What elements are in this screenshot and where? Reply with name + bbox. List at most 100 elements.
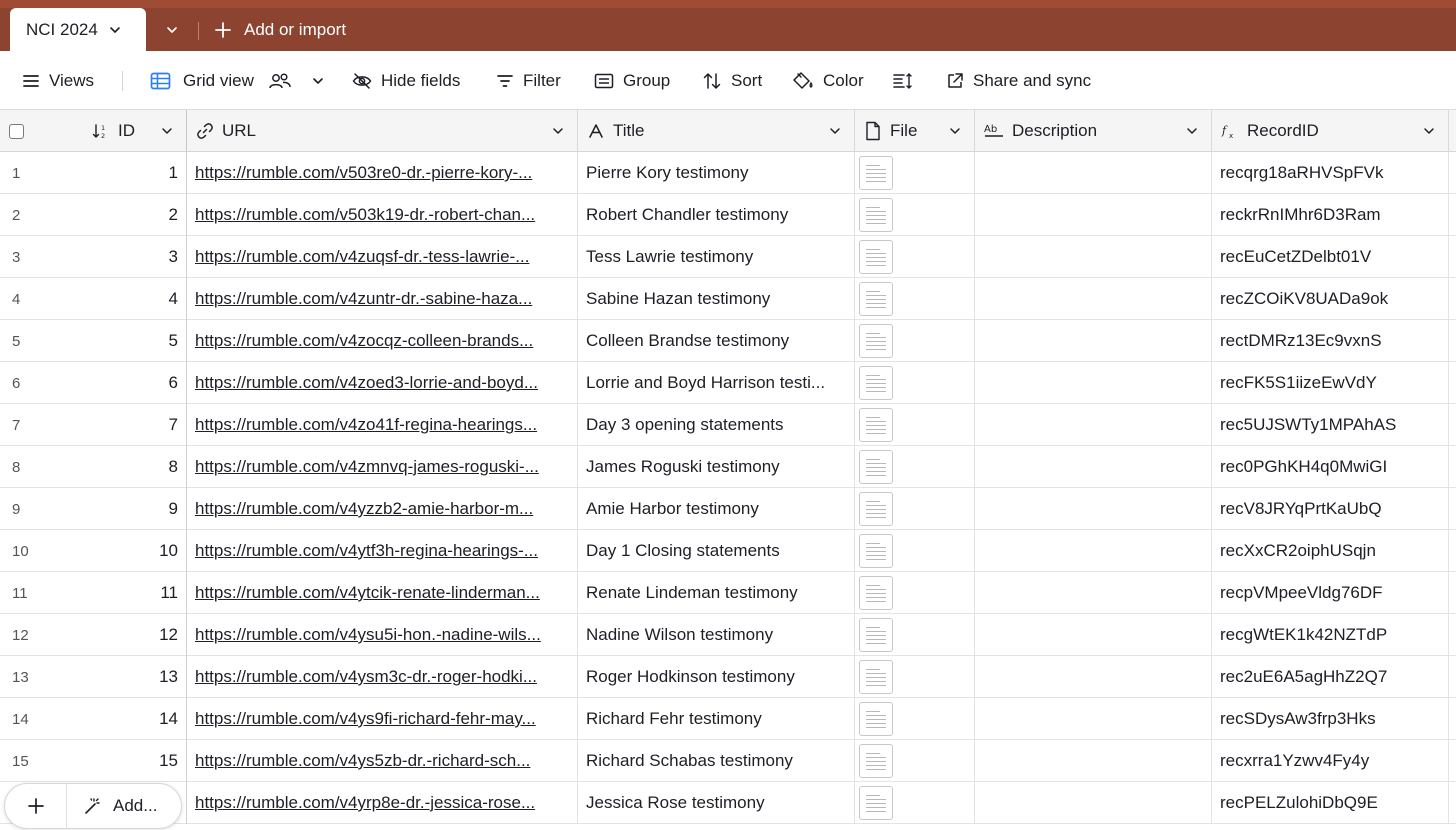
cell-file[interactable] xyxy=(855,404,975,446)
table-row[interactable]: 11 11 https://rumble.com/v4ytcik-renate-li… xyxy=(0,572,1456,614)
table-row[interactable]: 6 6 https://rumble.com/v4zoed3-lorrie-and-… xyxy=(0,362,1456,404)
column-header-file[interactable]: File xyxy=(855,110,975,152)
cell-recordid[interactable]: recZCOiKV8UADa9ok xyxy=(1212,278,1449,320)
url-link[interactable]: https://rumble.com/v4zoed3-lorrie-and-bo… xyxy=(195,373,565,393)
cell-id[interactable]: 14 xyxy=(80,698,187,740)
table-row[interactable]: 3 3 https://rumble.com/v4zuqsf-dr.-tess-la… xyxy=(0,236,1456,278)
file-attachment-thumbnail[interactable] xyxy=(859,282,893,316)
cell-file[interactable] xyxy=(855,530,975,572)
cell-title[interactable]: Sabine Hazan testimony xyxy=(578,278,855,320)
select-all-checkbox-cell[interactable] xyxy=(0,110,80,152)
cell-url[interactable]: https://rumble.com/v503re0-dr.-pierre-ko… xyxy=(187,152,578,194)
cell-url[interactable]: https://rumble.com/v503k19-dr.-robert-ch… xyxy=(187,194,578,236)
url-link[interactable]: https://rumble.com/v503re0-dr.-pierre-ko… xyxy=(195,163,565,183)
table-row[interactable]: 9 9 https://rumble.com/v4yzzb2-amie-harbor… xyxy=(0,488,1456,530)
table-row[interactable]: 4 4 https://rumble.com/v4zuntr-dr.-sabine-… xyxy=(0,278,1456,320)
add-more-button[interactable]: Add... xyxy=(83,784,157,828)
cell-url[interactable]: https://rumble.com/v4ys5zb-dr.-richard-s… xyxy=(187,740,578,782)
cell-title[interactable]: Renate Lindeman testimony xyxy=(578,572,855,614)
cell-file[interactable] xyxy=(855,278,975,320)
cell-file[interactable] xyxy=(855,320,975,362)
cell-file[interactable] xyxy=(855,698,975,740)
chevron-down-icon[interactable] xyxy=(160,124,174,138)
cell-description[interactable] xyxy=(975,656,1212,698)
cell-title[interactable]: Richard Fehr testimony xyxy=(578,698,855,740)
share-and-sync-button[interactable]: Share and sync xyxy=(946,51,1091,110)
file-attachment-thumbnail[interactable] xyxy=(859,786,893,820)
grid-view-button[interactable]: Grid view xyxy=(150,51,334,110)
cell-recordid[interactable]: rec2uE6A5agHhZ2Q7 xyxy=(1212,656,1449,698)
cell-file[interactable] xyxy=(855,362,975,404)
cell-recordid[interactable]: rec0PGhKH4q0MwiGI xyxy=(1212,446,1449,488)
cell-description[interactable] xyxy=(975,782,1212,824)
cell-title[interactable]: Day 1 Closing statements xyxy=(578,530,855,572)
cell-description[interactable] xyxy=(975,698,1212,740)
cell-file[interactable] xyxy=(855,614,975,656)
table-row[interactable]: 5 5 https://rumble.com/v4zocqz-colleen-bra… xyxy=(0,320,1456,362)
group-button[interactable]: Group xyxy=(594,51,670,110)
table-row[interactable]: https://rumble.com/v4yrp8e-dr.-jessica-r… xyxy=(0,782,1456,824)
add-record-button[interactable] xyxy=(5,784,67,828)
file-attachment-thumbnail[interactable] xyxy=(859,156,893,190)
column-header-url[interactable]: URL xyxy=(187,110,578,152)
chevron-down-icon[interactable] xyxy=(1185,124,1199,138)
cell-title[interactable]: Roger Hodkinson testimony xyxy=(578,656,855,698)
cell-title[interactable]: Colleen Brandse testimony xyxy=(578,320,855,362)
cell-recordid[interactable]: recxrra1Yzwv4Fy4y xyxy=(1212,740,1449,782)
cell-description[interactable] xyxy=(975,194,1212,236)
column-header-description[interactable]: Ab Description xyxy=(975,110,1212,152)
cell-title[interactable]: Day 3 opening statements xyxy=(578,404,855,446)
color-button[interactable]: Color xyxy=(792,51,864,110)
cell-id[interactable]: 13 xyxy=(80,656,187,698)
tables-dropdown-button[interactable] xyxy=(160,16,184,44)
table-row[interactable]: 7 7 https://rumble.com/v4zo41f-regina-hear… xyxy=(0,404,1456,446)
cell-title[interactable]: Amie Harbor testimony xyxy=(578,488,855,530)
sort-button[interactable]: Sort xyxy=(702,51,762,110)
url-link[interactable]: https://rumble.com/v4ytcik-renate-linder… xyxy=(195,583,565,603)
cell-id[interactable]: 5 xyxy=(80,320,187,362)
cell-description[interactable] xyxy=(975,446,1212,488)
cell-description[interactable] xyxy=(975,152,1212,194)
cell-title[interactable]: Nadine Wilson testimony xyxy=(578,614,855,656)
cell-id[interactable]: 7 xyxy=(80,404,187,446)
file-attachment-thumbnail[interactable] xyxy=(859,576,893,610)
url-link[interactable]: https://rumble.com/v4zo41f-regina-hearin… xyxy=(195,415,565,435)
cell-recordid[interactable]: recV8JRYqPrtKaUbQ xyxy=(1212,488,1449,530)
url-link[interactable]: https://rumble.com/v4zuntr-dr.-sabine-ha… xyxy=(195,289,565,309)
cell-id[interactable]: 10 xyxy=(80,530,187,572)
cell-description[interactable] xyxy=(975,740,1212,782)
cell-url[interactable]: https://rumble.com/v4zuqsf-dr.-tess-lawr… xyxy=(187,236,578,278)
url-link[interactable]: https://rumble.com/v4zuqsf-dr.-tess-lawr… xyxy=(195,247,565,267)
cell-url[interactable]: https://rumble.com/v4zuntr-dr.-sabine-ha… xyxy=(187,278,578,320)
cell-file[interactable] xyxy=(855,236,975,278)
file-attachment-thumbnail[interactable] xyxy=(859,744,893,778)
url-link[interactable]: https://rumble.com/v4zocqz-colleen-brand… xyxy=(195,331,565,351)
url-link[interactable]: https://rumble.com/v4ytf3h-regina-hearin… xyxy=(195,541,565,561)
cell-title[interactable]: James Roguski testimony xyxy=(578,446,855,488)
file-attachment-thumbnail[interactable] xyxy=(859,660,893,694)
cell-recordid[interactable]: recPELZulohiDbQ9E xyxy=(1212,782,1449,824)
cell-recordid[interactable]: recSDysAw3frp3Hks xyxy=(1212,698,1449,740)
cell-id[interactable]: 2 xyxy=(80,194,187,236)
cell-description[interactable] xyxy=(975,530,1212,572)
cell-id[interactable]: 1 xyxy=(80,152,187,194)
cell-recordid[interactable]: recXxCR2oiphUSqjn xyxy=(1212,530,1449,572)
cell-title[interactable]: Richard Schabas testimony xyxy=(578,740,855,782)
column-header-title[interactable]: Title xyxy=(578,110,855,152)
cell-recordid[interactable]: recpVMpeeVldg76DF xyxy=(1212,572,1449,614)
cell-title[interactable]: Lorrie and Boyd Harrison testi... xyxy=(578,362,855,404)
table-row[interactable]: 12 12 https://rumble.com/v4ysu5i-hon.-nadi… xyxy=(0,614,1456,656)
file-attachment-thumbnail[interactable] xyxy=(859,366,893,400)
cell-description[interactable] xyxy=(975,320,1212,362)
cell-file[interactable] xyxy=(855,194,975,236)
cell-id[interactable]: 12 xyxy=(80,614,187,656)
url-link[interactable]: https://rumble.com/v4ys9fi-richard-fehr-… xyxy=(195,709,565,729)
cell-url[interactable]: https://rumble.com/v4ysu5i-hon.-nadine-w… xyxy=(187,614,578,656)
cell-description[interactable] xyxy=(975,404,1212,446)
chevron-down-icon[interactable] xyxy=(828,124,842,138)
cell-recordid[interactable]: recgWtEK1k42NZTdP xyxy=(1212,614,1449,656)
cell-id[interactable]: 3 xyxy=(80,236,187,278)
cell-description[interactable] xyxy=(975,572,1212,614)
column-header-id[interactable]: 12 ID xyxy=(80,110,187,152)
cell-title[interactable]: Pierre Kory testimony xyxy=(578,152,855,194)
